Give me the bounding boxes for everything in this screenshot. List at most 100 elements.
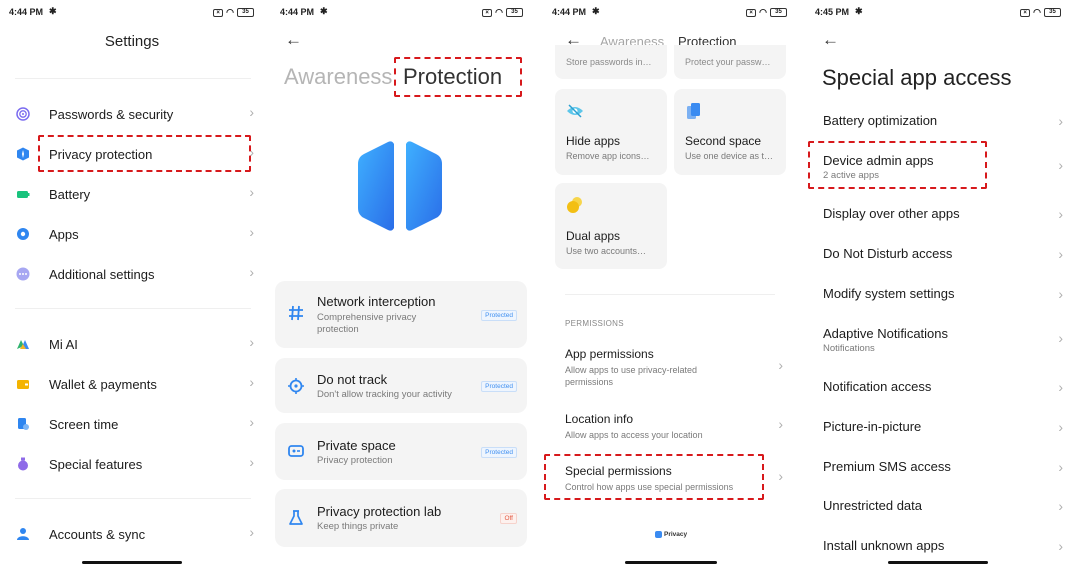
tile-app-lock-clipped[interactable]: Protect your passw…: [674, 45, 786, 79]
chevron-right-icon: ›: [249, 414, 254, 430]
status-time: 4:45 PM: [815, 7, 850, 17]
chevron-right-icon: ›: [778, 357, 783, 373]
item-title: Premium SMS access: [823, 459, 951, 474]
chevron-right-icon: ›: [1058, 206, 1063, 222]
item-display-over-apps[interactable]: Display over other apps ›: [823, 206, 1063, 222]
item-modify-system-settings[interactable]: Modify system settings ›: [823, 286, 1063, 302]
page-title: Settings: [104, 33, 160, 50]
divider: [15, 308, 251, 309]
home-indicator[interactable]: [625, 561, 717, 564]
tile-dual-apps[interactable]: Dual apps Use two accounts…: [555, 183, 667, 269]
item-label: Accounts & sync: [49, 527, 146, 542]
settings-item-mi-ai[interactable]: Mi AI ›: [0, 332, 264, 356]
shield-icon: [17, 147, 29, 161]
tile-subtitle: Remove app icons…: [566, 151, 650, 161]
home-indicator[interactable]: [888, 561, 988, 564]
chevron-right-icon: ›: [1058, 459, 1063, 475]
item-title: Picture-in-picture: [823, 419, 922, 434]
bluetooth-icon: ✱: [855, 6, 863, 16]
page-title: Special app access: [822, 65, 1012, 90]
tile-second-space[interactable]: Second space Use one device as t…: [674, 89, 786, 175]
card-subtitle: Don't allow tracking your activity: [317, 389, 452, 400]
status-bar: 4:45 PM ✱ × ◠ 35: [815, 6, 1061, 19]
item-label: Additional settings: [49, 267, 155, 282]
item-notification-access[interactable]: Notification access ›: [823, 379, 1063, 395]
item-picture-in-picture[interactable]: Picture-in-picture ›: [823, 419, 1063, 435]
chevron-right-icon: ›: [249, 524, 254, 540]
item-adaptive-notifications[interactable]: Adaptive Notifications Notifications ›: [823, 326, 1063, 354]
bluetooth-icon: ✱: [49, 6, 57, 16]
wifi-icon: ◠: [1033, 7, 1041, 17]
home-indicator[interactable]: [82, 561, 182, 564]
highlight-box: [394, 57, 522, 97]
chevron-right-icon: ›: [249, 224, 254, 240]
eye-hidden-icon: [567, 104, 583, 118]
tile-title: Dual apps: [566, 229, 621, 243]
tile-subtitle: Use two accounts…: [566, 246, 647, 256]
hourglass-icon: [18, 418, 29, 430]
chevron-right-icon: ›: [1058, 538, 1063, 554]
divider: [15, 498, 251, 499]
card-privacy-lab[interactable]: Privacy protection lab Keep things priva…: [275, 489, 527, 547]
tile-hide-apps[interactable]: Hide apps Remove app icons…: [555, 89, 667, 175]
settings-item-additional[interactable]: Additional settings ›: [0, 262, 264, 286]
chevron-right-icon: ›: [249, 264, 254, 280]
chevron-right-icon: ›: [249, 184, 254, 200]
settings-item-wallet[interactable]: Wallet & payments ›: [0, 372, 264, 396]
item-dnd-access[interactable]: Do Not Disturb access ›: [823, 246, 1063, 262]
sim-icon: ×: [213, 8, 224, 17]
card-do-not-track[interactable]: Do not track Don't allow tracking your a…: [275, 358, 527, 413]
item-label: Battery: [49, 187, 91, 202]
divider: [565, 294, 775, 295]
back-arrow-icon[interactable]: ←: [822, 30, 839, 50]
battery-status-icon: 35: [1044, 8, 1061, 17]
item-unrestricted-data[interactable]: Unrestricted data ›: [823, 498, 1063, 514]
private-space-icon: [288, 445, 304, 457]
tile-subtitle: Protect your passw…: [685, 57, 771, 67]
battery-status-icon: 35: [506, 8, 523, 17]
potion-icon: [18, 457, 28, 471]
back-arrow-icon[interactable]: ←: [285, 30, 302, 50]
item-battery-optimization[interactable]: Battery optimization ›: [823, 113, 1063, 129]
item-install-unknown-apps[interactable]: Install unknown apps ›: [823, 538, 1063, 554]
settings-item-apps[interactable]: Apps ›: [0, 222, 264, 246]
item-title: Battery optimization: [823, 113, 938, 128]
chevron-right-icon: ›: [778, 468, 783, 484]
item-title: Install unknown apps: [823, 538, 945, 553]
settings-item-battery[interactable]: Battery ›: [0, 182, 264, 206]
settings-item-screen-time[interactable]: Screen time ›: [0, 412, 264, 436]
card-title: Private space: [317, 438, 396, 453]
card-private-space[interactable]: Private space Privacy protection Protect…: [275, 423, 527, 480]
status-time: 4:44 PM: [552, 7, 587, 17]
tile-passwords-clipped[interactable]: Store passwords in…: [555, 45, 667, 79]
settings-item-special-features[interactable]: Special features ›: [0, 452, 264, 476]
second-space-icon: [687, 103, 700, 119]
chevron-right-icon: ›: [249, 374, 254, 390]
tile-subtitle: Use one device as t…: [685, 151, 774, 161]
item-label: Special features: [49, 457, 143, 472]
card-network-interception[interactable]: Network interception Comprehensive priva…: [275, 281, 527, 348]
settings-item-accounts[interactable]: Accounts & sync ›: [0, 522, 264, 546]
item-label: Passwords & security: [49, 107, 174, 122]
item-title: Do Not Disturb access: [823, 246, 953, 261]
item-title: Adaptive Notifications: [823, 326, 949, 341]
chevron-right-icon: ›: [1058, 419, 1063, 435]
item-premium-sms[interactable]: Premium SMS access ›: [823, 459, 1063, 475]
chevron-right-icon: ›: [249, 454, 254, 470]
item-location-info[interactable]: Location info Allow apps to access your …: [565, 412, 785, 441]
chevron-right-icon: ›: [1058, 379, 1063, 395]
tab-awareness[interactable]: Awareness: [284, 64, 392, 90]
item-label: Wallet & payments: [49, 377, 157, 392]
sim-icon: ×: [1020, 8, 1031, 17]
mi-ai-icon: [17, 340, 29, 349]
item-subtitle: Allow apps to access your location: [565, 430, 703, 440]
status-bar: 4:44 PM ✱ × ◠ 35: [552, 6, 787, 19]
chevron-right-icon: ›: [1058, 498, 1063, 514]
privacy-shield-logo: [358, 141, 442, 231]
settings-screen: 4:44 PM ✱ × ◠ 35 Settings Passwords & se…: [0, 0, 264, 571]
battery-icon: [17, 191, 30, 198]
item-app-permissions[interactable]: App permissions Allow apps to use privac…: [565, 347, 785, 388]
item-label: Mi AI: [49, 337, 78, 352]
settings-item-passwords[interactable]: Passwords & security ›: [0, 102, 264, 126]
item-subtitle: Allow apps to use privacy-related permis…: [565, 365, 698, 387]
